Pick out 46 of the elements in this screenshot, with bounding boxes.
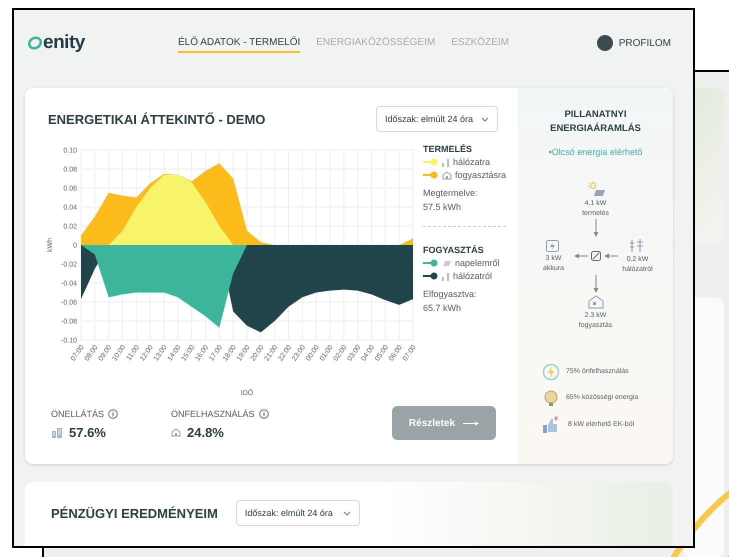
section-title: ENERGETIKAI ÁTTEKINTŐ - DEMO xyxy=(48,112,266,126)
house-icon xyxy=(588,294,604,308)
total-label: Megtermelve: xyxy=(423,188,479,198)
stat-value: 57.6% xyxy=(69,425,106,440)
power-pylon-icon xyxy=(629,238,646,252)
info-icon xyxy=(258,409,269,419)
avatar[interactable] xyxy=(596,35,613,51)
stat-label: ÖNELLÁTÁS xyxy=(51,409,104,419)
legend-label: hálózatról xyxy=(453,271,492,281)
section-title: PÉNZÜGYI EREDMÉNYEIM xyxy=(51,506,218,521)
lightbulb-icon xyxy=(542,388,560,406)
arrow-left-icon xyxy=(574,252,588,258)
house-icon xyxy=(442,170,452,180)
period-dropdown[interactable]: Időszak: elmúlt 24 óra xyxy=(376,106,498,132)
lightning-circle-icon xyxy=(542,362,560,380)
chevron-down-icon xyxy=(342,510,351,516)
legend-title: TERMELÉS xyxy=(423,144,474,154)
total-value: 65.7 kWh xyxy=(423,303,462,313)
legend-label: hálózatra xyxy=(453,157,490,167)
period-dropdown[interactable]: Időszak: elmúlt 24 óra xyxy=(236,500,360,526)
grid-bars-icon xyxy=(442,158,450,166)
nav-tab[interactable]: ÉLŐ ADATOK - TERMELŐI xyxy=(178,34,300,52)
sun-panel-icon xyxy=(586,180,606,196)
arrow-down-icon xyxy=(592,274,598,292)
total-value: 57.5 kWh xyxy=(423,202,462,212)
stat-value: 24.8% xyxy=(187,425,224,440)
arrow-right-icon xyxy=(463,420,480,426)
logo-icon xyxy=(28,36,42,50)
grid-bars-icon xyxy=(442,272,450,280)
arrow-down-icon xyxy=(592,218,598,236)
solar-panel-icon xyxy=(442,258,452,268)
arrow-left-icon xyxy=(604,252,618,258)
house-icon xyxy=(171,428,181,437)
building-icon xyxy=(51,427,63,438)
chevron-down-icon xyxy=(481,116,489,122)
info-icon xyxy=(108,409,118,419)
profile-link[interactable]: PROFILOM xyxy=(618,38,671,48)
logo-text: enity xyxy=(43,32,85,54)
legend-label: napelemről xyxy=(455,258,500,268)
panel-title: PILLANATNYI ENERGIAÁRAMLÁS xyxy=(549,108,642,136)
legend-label: fogyasztásra xyxy=(455,170,506,180)
legend-title: FOGYASZTÁS xyxy=(423,245,485,255)
total-label: Elfogyasztva: xyxy=(423,289,478,299)
battery-icon xyxy=(546,240,560,252)
status-text: •Olcsó energia elérhető xyxy=(548,146,642,156)
stat-label: ÖNFELHASZNÁLÁS xyxy=(171,409,255,419)
